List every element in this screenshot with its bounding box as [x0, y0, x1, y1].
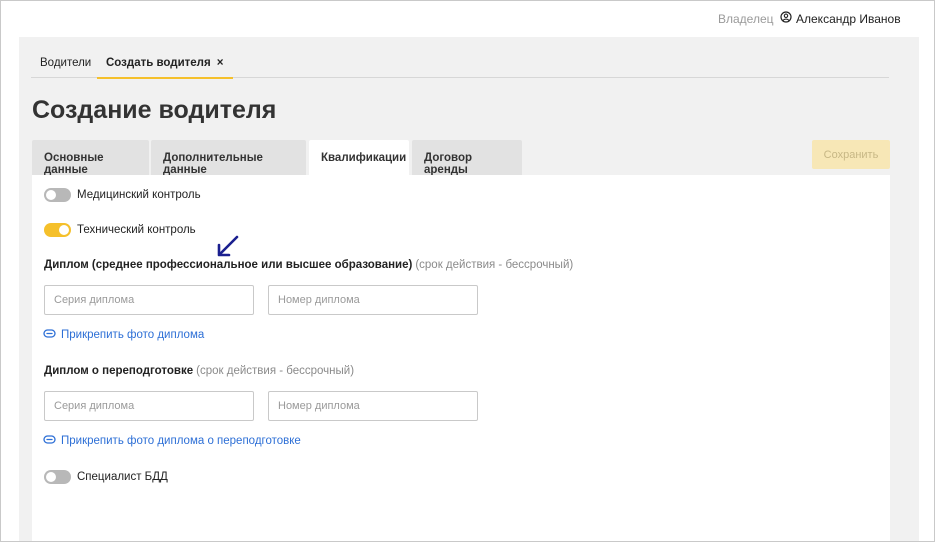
technical-control-row: Технический контроль	[44, 223, 196, 237]
tab-lease-contract[interactable]: Договор аренды	[412, 140, 522, 176]
main-content: Водители Создать водителя × Создание води…	[19, 37, 919, 541]
retraining-validity-note: (срок действия - бессрочный)	[196, 365, 355, 377]
attach-retraining-photo-label: Прикрепить фото диплома о переподготовке	[61, 435, 301, 447]
user-menu[interactable]: Александр Иванов	[780, 11, 901, 26]
attach-diploma-photo-label: Прикрепить фото диплома	[61, 329, 205, 341]
close-tab-icon[interactable]: ×	[217, 57, 224, 69]
page-title: Создание водителя	[32, 96, 277, 124]
paperclip-icon	[43, 329, 56, 341]
medical-control-row: Медицинский контроль	[44, 188, 201, 202]
retraining-section-title: Диплом о переподготовке (срок действия - …	[44, 365, 354, 377]
diploma-series-input[interactable]	[44, 285, 254, 315]
user-icon	[780, 11, 792, 26]
user-role: Владелец	[718, 12, 774, 26]
page-tabs: Водители Создать водителя ×	[31, 50, 889, 79]
paperclip-icon	[43, 435, 56, 447]
tab-qualifications[interactable]: Квалификации	[309, 140, 409, 175]
bdd-specialist-toggle[interactable]	[44, 470, 71, 484]
diploma-validity-note: (срок действия - бессрочный)	[415, 259, 574, 271]
attach-retraining-photo-link[interactable]: Прикрепить фото диплома о переподготовке	[43, 435, 301, 447]
tab-main-data[interactable]: Основные данные	[32, 140, 149, 176]
retraining-title: Диплом о переподготовке	[44, 365, 194, 377]
retraining-number-input[interactable]	[268, 391, 478, 421]
tab-create-driver[interactable]: Создать водителя ×	[97, 57, 234, 79]
technical-control-toggle[interactable]	[44, 223, 71, 237]
diploma-title: Диплом (среднее профессиональное или выс…	[44, 259, 413, 271]
bdd-specialist-row: Специалист БДД	[44, 470, 168, 484]
diploma-section-title: Диплом (среднее профессиональное или выс…	[44, 259, 573, 271]
tab-create-driver-label: Создать водителя	[106, 57, 211, 69]
tab-drivers[interactable]: Водители	[40, 57, 91, 77]
technical-control-label: Технический контроль	[77, 224, 196, 236]
medical-control-label: Медицинский контроль	[77, 189, 201, 201]
bdd-specialist-label: Специалист БДД	[77, 471, 168, 483]
qualifications-panel: Медицинский контроль Технический контрол…	[32, 175, 890, 541]
top-bar: Владелец Александр Иванов	[1, 1, 934, 37]
diploma-number-input[interactable]	[268, 285, 478, 315]
app-window: Владелец Александр Иванов Водители Созда…	[0, 0, 935, 542]
tab-additional-data[interactable]: Дополнительные данные	[151, 140, 306, 176]
save-button[interactable]: Сохранить	[812, 140, 890, 169]
user-name: Александр Иванов	[796, 11, 901, 26]
annotation-arrow-icon	[217, 235, 239, 257]
attach-diploma-photo-link[interactable]: Прикрепить фото диплома	[43, 329, 204, 341]
retraining-series-input[interactable]	[44, 391, 254, 421]
medical-control-toggle[interactable]	[44, 188, 71, 202]
